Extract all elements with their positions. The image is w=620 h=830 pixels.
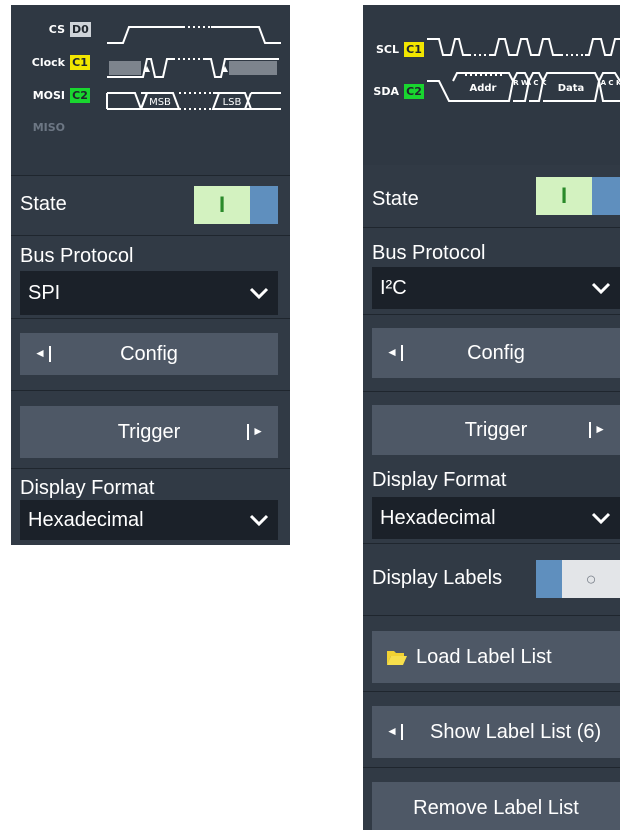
display-labels-toggle[interactable]: ○ <box>536 560 620 598</box>
collapse-left-icon: ◄ <box>386 724 406 740</box>
config-button-label: Config <box>467 341 525 364</box>
load-label-list-button[interactable]: Load Label List <box>372 631 620 683</box>
toggle-on-indicator: I <box>194 186 250 224</box>
toggle-off-indicator: ○ <box>562 560 620 598</box>
display-format-select[interactable]: Hexadecimal <box>20 500 278 540</box>
display-format-label: Display Format <box>372 469 507 491</box>
trigger-button[interactable]: Trigger ► <box>20 406 278 458</box>
i2c-settings-panel: SCL C1 SDA C2 Addr R W A C K Data A C K … <box>363 5 620 830</box>
display-format-label: Display Format <box>20 477 155 499</box>
show-label-list-button[interactable]: ◄ Show Label List (6) <box>372 706 620 758</box>
bus-protocol-select[interactable]: SPI <box>20 271 278 315</box>
config-button[interactable]: ◄ Config <box>20 333 278 375</box>
bus-protocol-select[interactable]: I²C <box>372 267 620 309</box>
data-label: Data <box>558 83 585 94</box>
signal-row-cs: CS D0 <box>19 19 91 39</box>
display-format-select[interactable]: Hexadecimal <box>372 497 620 539</box>
show-label-list-label: Show Label List (6) <box>430 720 602 743</box>
remove-label-list-label: Remove Label List <box>413 796 579 819</box>
state-toggle[interactable]: I <box>536 177 620 215</box>
signal-row-miso: MISO <box>19 117 65 137</box>
remove-label-list-button[interactable]: Remove Label List <box>372 782 620 830</box>
signal-row-clock: Clock C1 <box>19 52 90 72</box>
signal-name: Clock <box>31 55 65 69</box>
toggle-knob <box>592 177 620 215</box>
toggle-on-indicator: I <box>536 177 592 215</box>
signal-name: MISO <box>32 120 65 134</box>
collapse-left-icon: ◄ <box>386 345 406 361</box>
bus-protocol-label: Bus Protocol <box>20 245 134 267</box>
state-toggle[interactable]: I <box>194 186 278 224</box>
chevron-down-icon <box>249 287 269 300</box>
display-labels-label: Display Labels <box>372 567 503 589</box>
chevron-down-icon <box>591 282 611 295</box>
toggle-knob <box>250 186 278 224</box>
state-label: State <box>20 193 67 215</box>
ack2-label: A C K <box>601 79 620 87</box>
signal-row-sda: SDA C2 <box>363 81 424 101</box>
spi-settings-panel: CS D0 Clock C1 MOSI C2 MISO MSB LSB Stat… <box>11 5 290 545</box>
bus-protocol-value: SPI <box>28 281 61 304</box>
trigger-button[interactable]: Trigger ► <box>372 405 620 455</box>
collapse-left-icon: ◄ <box>34 346 54 362</box>
load-label-list-label: Load Label List <box>416 645 552 668</box>
config-button-label: Config <box>120 342 178 365</box>
bus-protocol-label: Bus Protocol <box>372 242 486 264</box>
display-format-value: Hexadecimal <box>380 506 496 529</box>
channel-chip: C1 <box>70 54 90 70</box>
signal-name: CS <box>48 22 65 36</box>
addr-label: Addr <box>470 83 497 94</box>
folder-open-icon <box>387 651 407 665</box>
state-label: State <box>372 188 419 210</box>
signal-name: MOSI <box>32 88 65 102</box>
chevron-down-icon <box>591 512 611 525</box>
channel-chip: C2 <box>70 87 90 103</box>
signal-name: SDA <box>373 84 399 98</box>
bus-protocol-value: I²C <box>380 276 407 299</box>
msb-label: MSB <box>149 97 171 108</box>
config-button[interactable]: ◄ Config <box>372 328 620 378</box>
signal-row-mosi: MOSI C2 <box>19 85 90 105</box>
signal-row-scl: SCL C1 <box>363 39 424 59</box>
chevron-down-icon <box>249 514 269 527</box>
spi-waveform: MSB LSB <box>106 26 281 110</box>
channel-chip: C2 <box>404 83 424 99</box>
display-format-value: Hexadecimal <box>28 508 144 531</box>
ack-label: A C K <box>526 79 547 87</box>
expand-right-icon: ► <box>244 424 264 440</box>
expand-right-icon: ► <box>586 422 606 438</box>
i2c-waveform: Addr R W A C K Data A C K <box>427 38 620 102</box>
lsb-label: LSB <box>223 97 242 108</box>
i2c-signal-diagram: SCL C1 SDA C2 Addr R W A C K Data A C K <box>363 5 620 165</box>
channel-chip: D0 <box>70 21 91 37</box>
signal-name: SCL <box>375 42 399 56</box>
trigger-button-label: Trigger <box>464 418 528 441</box>
spi-signal-diagram: CS D0 Clock C1 MOSI C2 MISO MSB LSB <box>11 5 290 175</box>
channel-chip: C1 <box>404 41 424 57</box>
toggle-knob <box>536 560 562 598</box>
trigger-button-label: Trigger <box>117 420 181 443</box>
